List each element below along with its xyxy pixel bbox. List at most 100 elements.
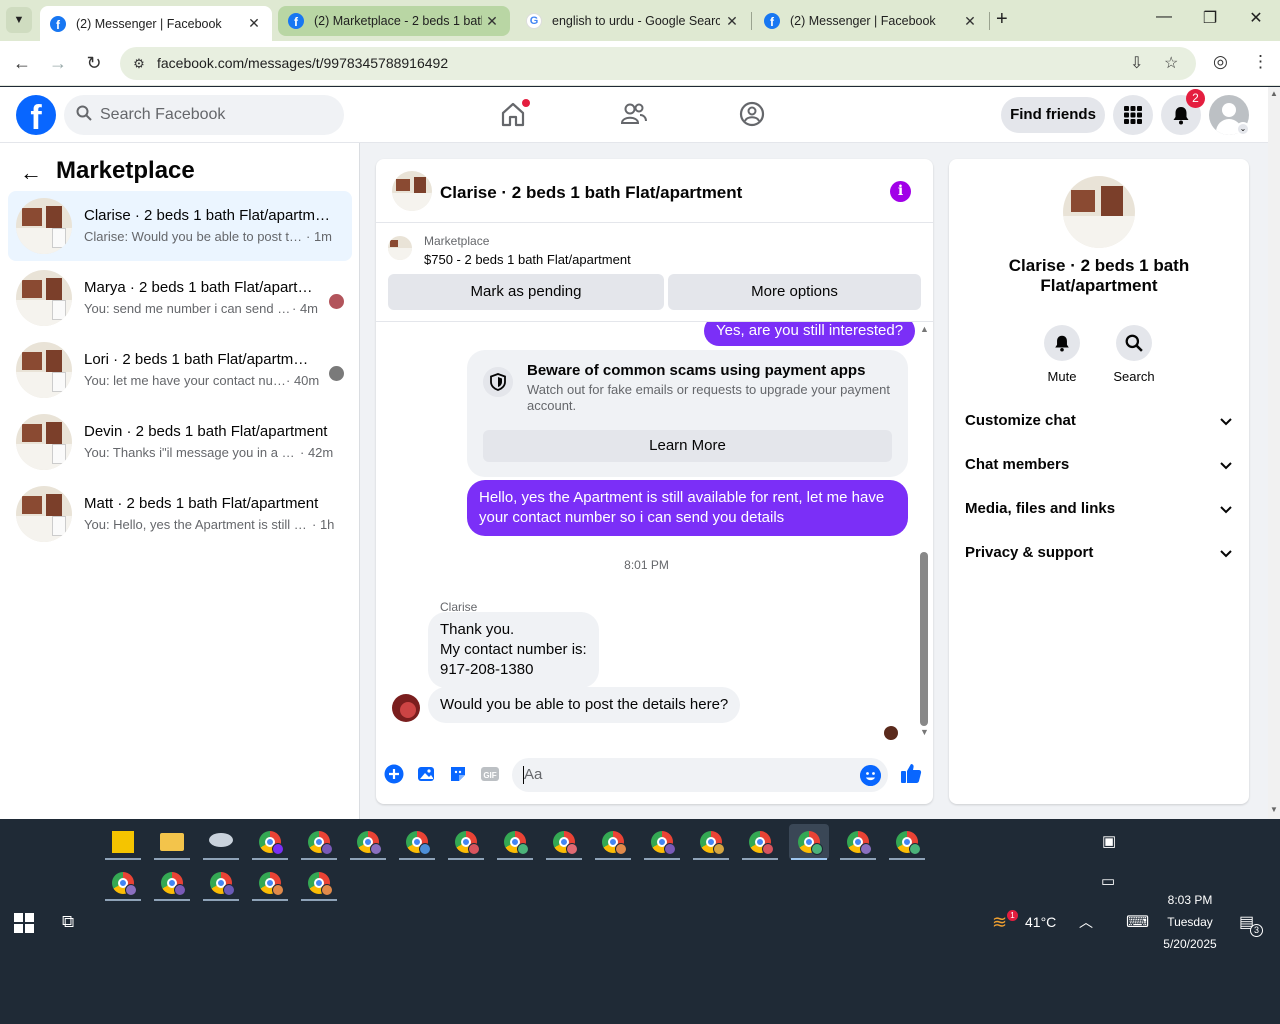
contact-avatar[interactable]	[392, 694, 420, 722]
menu-grid-icon[interactable]	[1113, 95, 1153, 135]
forward-icon[interactable]: →	[45, 51, 71, 77]
chrome-profile-icon[interactable]	[740, 824, 780, 860]
chrome-profile-icon[interactable]	[593, 824, 633, 860]
plus-circle-icon[interactable]	[384, 764, 404, 784]
close-tab-icon[interactable]: ✕	[484, 13, 500, 30]
photo-icon[interactable]	[416, 764, 436, 784]
minimize-icon[interactable]: —	[1141, 8, 1187, 26]
thumbs-up-icon[interactable]	[900, 762, 922, 784]
weather-icon[interactable]: ≋	[992, 912, 1007, 933]
chrome-profile-icon[interactable]	[691, 824, 731, 860]
snipping-tool-icon[interactable]	[201, 824, 241, 860]
mute-button[interactable]: Mute	[1027, 325, 1097, 384]
listing-thumbnail[interactable]	[392, 171, 432, 211]
chevron-down-icon[interactable]: ⌄	[1236, 122, 1250, 136]
restore-icon[interactable]: ❐	[1187, 8, 1233, 28]
customize-chat-row[interactable]: Customize chat	[965, 412, 1233, 436]
chrome-profile-icon[interactable]	[789, 824, 829, 860]
mark-as-pending-button[interactable]: Mark as pending	[388, 274, 664, 310]
task-view-icon[interactable]: ⧉	[62, 912, 74, 932]
sticker-icon[interactable]	[448, 764, 468, 784]
conversation-item[interactable]: Devin · 2 beds 1 bath Flat/apartment You…	[8, 407, 352, 477]
chrome-profile-icon[interactable]	[299, 824, 339, 860]
media-files-links-row[interactable]: Media, files and links	[965, 500, 1233, 524]
chrome-profile-icon[interactable]	[838, 824, 878, 860]
message-scrollbar[interactable]: ▲ ▼	[917, 322, 933, 749]
chrome-profile-icon[interactable]	[544, 824, 584, 860]
install-app-icon[interactable]: ⇩	[1130, 53, 1143, 73]
chat-title[interactable]: Clarise · 2 beds 1 bath Flat/apartment	[440, 183, 742, 203]
search-conversation-button[interactable]: Search	[1099, 325, 1169, 384]
site-info-icon[interactable]: ⚙	[128, 53, 150, 75]
find-friends-button[interactable]: Find friends	[1001, 97, 1105, 133]
conversation-item[interactable]: Matt · 2 beds 1 bath Flat/apartment You:…	[8, 479, 352, 549]
conversation-item[interactable]: Marya · 2 beds 1 bath Flat/apartment You…	[8, 263, 352, 333]
browser-tab-marketplace[interactable]: f (2) Marketplace - 2 beds 1 bath ✕	[278, 6, 510, 36]
chrome-menu-icon[interactable]: ⋮	[1252, 52, 1269, 72]
address-bar[interactable]: ⚙ facebook.com/messages/t/99783457889164…	[120, 47, 1196, 80]
chrome-profile-icon[interactable]	[299, 865, 339, 901]
page-scrollbar[interactable]: ▲ ▼	[1268, 87, 1280, 819]
scrollbar-thumb[interactable]	[920, 552, 928, 726]
file-explorer-icon[interactable]	[152, 824, 192, 860]
message-input[interactable]: Aa	[512, 758, 888, 792]
bookmark-star-icon[interactable]: ☆	[1164, 53, 1178, 73]
browser-tab-messenger[interactable]: f (2) Messenger | Facebook ✕	[40, 6, 272, 41]
close-tab-icon[interactable]: ✕	[962, 13, 978, 30]
clock-date[interactable]: 5/20/2025	[1154, 937, 1226, 951]
tab-search-icon[interactable]: ▼	[6, 7, 32, 33]
conversation-item[interactable]: Lori · 2 beds 1 bath Flat/apartment You:…	[8, 335, 352, 405]
clock-day[interactable]: Tuesday	[1154, 915, 1226, 929]
chrome-profile-icon[interactable]	[201, 865, 241, 901]
url-text[interactable]: facebook.com/messages/t/9978345788916492	[157, 55, 448, 71]
chrome-profile-icon[interactable]	[250, 824, 290, 860]
back-arrow-icon[interactable]: ←	[20, 160, 42, 186]
more-options-button[interactable]: More options	[668, 274, 921, 310]
chrome-profile-icon[interactable]	[887, 824, 927, 860]
close-tab-icon[interactable]: ✕	[724, 13, 740, 30]
display-icon[interactable]: ▭	[1101, 872, 1115, 890]
temperature-text[interactable]: 41°C	[1025, 914, 1056, 930]
weather-badge: 1	[1007, 910, 1018, 921]
chrome-profile-icon[interactable]	[446, 824, 486, 860]
chat-members-row[interactable]: Chat members	[965, 456, 1233, 480]
keyboard-icon[interactable]: ⌨	[1126, 912, 1149, 932]
browser-tab-google[interactable]: G english to urdu - Google Search ✕	[516, 6, 750, 36]
groups-icon[interactable]	[737, 99, 767, 129]
conversation-item[interactable]: Clarise · 2 beds 1 bath Flat/apartment C…	[8, 191, 352, 261]
sticky-notes-icon[interactable]	[103, 824, 143, 860]
chrome-profile-icon[interactable]	[152, 865, 192, 901]
listing-price[interactable]: $750 - 2 beds 1 bath Flat/apartment	[424, 252, 631, 267]
phone-link-icon[interactable]: ▣	[1102, 832, 1116, 850]
scroll-down-icon[interactable]: ▼	[920, 727, 929, 737]
scroll-up-icon[interactable]: ▲	[1270, 89, 1278, 98]
profile-icon[interactable]: ◎	[1213, 52, 1228, 72]
chrome-profile-icon[interactable]	[642, 824, 682, 860]
windows-start-icon[interactable]	[14, 913, 34, 933]
close-tab-icon[interactable]: ✕	[246, 15, 262, 32]
listing-thumbnail[interactable]	[1063, 176, 1135, 248]
back-icon[interactable]: ←	[9, 51, 35, 77]
scroll-down-icon[interactable]: ▼	[1270, 805, 1278, 814]
chrome-profile-icon[interactable]	[348, 824, 388, 860]
chrome-profile-icon[interactable]	[250, 865, 290, 901]
close-window-icon[interactable]: ✕	[1233, 8, 1279, 28]
chrome-profile-icon[interactable]	[397, 824, 437, 860]
scroll-up-icon[interactable]: ▲	[920, 324, 929, 334]
facebook-search-input[interactable]: Search Facebook	[64, 95, 344, 135]
privacy-support-row[interactable]: Privacy & support	[965, 544, 1233, 568]
facebook-logo-icon[interactable]: f	[16, 95, 56, 135]
chrome-profile-icon[interactable]	[103, 865, 143, 901]
tab-title: (2) Marketplace - 2 beds 1 bath	[314, 14, 482, 28]
friends-icon[interactable]	[618, 99, 648, 129]
chevron-up-icon[interactable]: ︿	[1079, 912, 1093, 932]
reload-icon[interactable]: ↻	[81, 51, 107, 77]
info-icon[interactable]: i	[890, 181, 911, 202]
emoji-icon[interactable]	[860, 765, 881, 786]
clock-time[interactable]: 8:03 PM	[1154, 893, 1226, 907]
gif-icon[interactable]: GIF	[480, 764, 500, 784]
new-tab-icon[interactable]: +	[996, 8, 1008, 31]
browser-tab-messenger-2[interactable]: f (2) Messenger | Facebook ✕	[754, 6, 988, 36]
chrome-profile-icon[interactable]	[495, 824, 535, 860]
learn-more-button[interactable]: Learn More	[483, 430, 892, 462]
